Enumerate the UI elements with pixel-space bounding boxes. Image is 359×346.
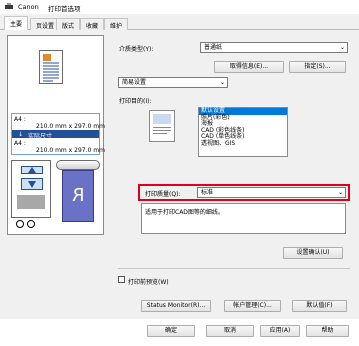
printer-icon [5, 3, 13, 9]
chevron-down-icon: ⌄ [219, 79, 225, 86]
output-page: R [62, 170, 94, 222]
preview-before-print-label: 打印前预览(W) [128, 279, 169, 286]
arrow-down-icon [21, 178, 43, 190]
target-preview-image [127, 108, 193, 162]
print-target-list[interactable]: 默认设置 照片(彩色) 海报 CAD (彩色线条) CAD (单色线条) 透视图… [198, 107, 288, 157]
document-line [153, 130, 171, 131]
tab-maintenance[interactable]: 维护 [104, 18, 129, 30]
help-button[interactable]: 帮助 [306, 325, 349, 337]
account-management-button[interactable]: 帐户管理(C)... [224, 300, 281, 312]
page-image-thumb [43, 54, 51, 61]
defaults-button[interactable]: 默认值(F) [292, 300, 347, 312]
scaling-label: 实际尺寸 [28, 133, 53, 140]
description-text: 适用于打印CAD图等的细线。 [145, 209, 224, 216]
preview-before-print-checkbox[interactable] [118, 276, 125, 283]
roll-paper-icon [16, 220, 35, 228]
arrow-up-icon [21, 166, 43, 174]
window-title: 打印首选项 [48, 5, 81, 13]
status-monitor-button[interactable]: Status Monitor(R)... [141, 300, 211, 312]
arrow-down-icon: ↓ [18, 131, 24, 138]
print-quality-label: 打印质量(Q): [145, 191, 181, 198]
media-type-label: 介质类型(Y): [119, 46, 154, 53]
printer-feed-icon [17, 195, 45, 209]
confirm-settings-button[interactable]: 设置确认(U) [283, 247, 343, 259]
specify-button[interactable]: 指定(S)... [289, 61, 346, 73]
page-text-lines [43, 62, 59, 82]
tab-favorites[interactable]: 收藏 [80, 18, 105, 30]
document-line [153, 127, 171, 128]
scaling-bar: ↓ 实际尺寸 [12, 130, 99, 140]
ok-button[interactable]: 确定 [147, 325, 195, 337]
paper-feed-panel [11, 160, 51, 218]
print-quality-select[interactable]: 标准 ⌄ [197, 187, 346, 198]
document-icon [149, 110, 175, 142]
roll-preview: R [56, 160, 100, 226]
reverse-r-glyph: R [72, 185, 85, 206]
paper-size-line: A4 : [14, 116, 26, 123]
title-bar: Canon 打印首选项 [0, 0, 359, 14]
print-target-label: 打印目的(I): [119, 98, 152, 105]
media-type-select[interactable]: 普通纸 ⌄ [200, 42, 348, 53]
document-image [153, 114, 171, 124]
main-panel: A4 : 210.0 mm x 297.0 mm ↓ 实际尺寸 A4 : 210… [0, 30, 359, 319]
divider [118, 268, 350, 269]
window-brand: Canon [18, 3, 39, 11]
paper-size-info: A4 : 210.0 mm x 297.0 mm ↓ 实际尺寸 A4 : 210… [11, 113, 105, 155]
preview-panel: A4 : 210.0 mm x 297.0 mm ↓ 实际尺寸 A4 : 210… [7, 35, 105, 235]
description-box: 适用于打印CAD图等的细线。 [141, 203, 346, 234]
document-line [153, 133, 167, 134]
page-preview [39, 50, 63, 84]
output-size-line: A4 : [14, 140, 26, 147]
settings-mode-select[interactable]: 简易设置 ⌄ [118, 77, 228, 88]
chevron-down-icon: ⌄ [337, 189, 343, 196]
print-quality-value: 标准 [201, 189, 214, 196]
tab-main[interactable]: 主要 [4, 16, 29, 31]
settings-mode-value: 简易设置 [122, 79, 147, 86]
tab-layout[interactable]: 版式 [56, 18, 81, 30]
cancel-button[interactable]: 取消 [206, 325, 254, 337]
media-type-value: 普通纸 [204, 44, 223, 51]
list-item-perspective[interactable]: 透视图、GIS [199, 140, 287, 148]
roll-icon [56, 160, 100, 170]
tab-bar: 主要 页设置 版式 收藏 维护 [0, 14, 359, 31]
paper-dimensions: 210.0 mm x 297.0 mm [36, 123, 105, 130]
chevron-down-icon: ⌄ [339, 44, 345, 51]
apply-button[interactable]: 应用(A) [260, 325, 300, 337]
get-info-button[interactable]: 取得信息(E)... [214, 61, 284, 73]
output-dimensions: 210.0 mm x 297.0 mm [36, 147, 105, 154]
